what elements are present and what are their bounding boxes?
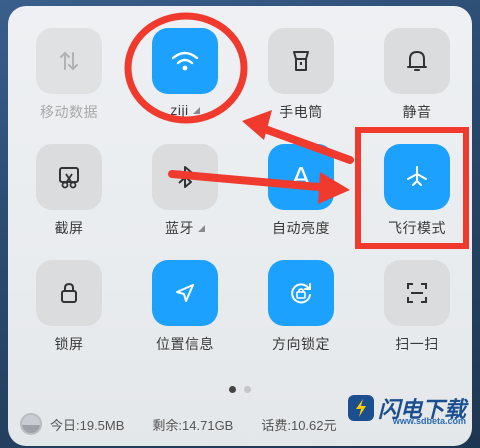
lock-icon [61,282,77,303]
toggle-auto-brightness-label: 自动亮度 [272,220,330,236]
toggle-mobile-data-label: 移动数据 [40,104,98,120]
toggle-mute[interactable] [384,28,450,94]
wifi-icon [171,51,199,71]
toggle-rotation-lock[interactable] [268,260,334,326]
page-dot-active[interactable] [229,386,236,393]
data-today: 今日:19.5MB [50,417,125,433]
toggle-wifi[interactable] [152,28,218,94]
airplane-icon [407,166,427,186]
toggle-lock-screen-label: 锁屏 [54,336,84,352]
toggle-screenshot-label: 截屏 [54,220,84,236]
toggle-airplane-mode[interactable] [384,144,450,210]
storage-icon [20,413,42,435]
mobile-data-icon [60,51,78,71]
bluetooth-label-text: 蓝牙 [165,220,194,236]
auto-brightness-icon: A [291,161,311,192]
toggle-mute-label: 静音 [402,104,432,120]
toggle-mobile-data[interactable] [36,28,102,94]
phone-balance: 话费:10.62元 [261,417,337,433]
watermark-logo: 闪电下载 www.sdbeta.com [347,392,466,426]
toggle-location[interactable] [152,260,218,326]
storage-remaining: 剩余:14.71GB [152,417,234,433]
toggle-bluetooth-label: 蓝牙 [130,218,240,238]
toggle-flashlight[interactable] [268,28,334,94]
toggle-wifi-label: ziji [130,102,240,118]
toggle-scan-label: 扫一扫 [395,336,439,352]
expand-indicator-icon [198,225,205,232]
bluetooth-icon [178,166,192,188]
expand-indicator-icon [192,107,200,114]
bell-icon [407,51,427,71]
toggle-scan[interactable] [384,260,450,326]
toggle-flashlight-label: 手电筒 [279,104,323,120]
location-icon [176,284,194,302]
toggle-lock-screen[interactable] [36,260,102,326]
toggle-rotation-lock-label: 方向锁定 [272,336,330,352]
toggle-auto-brightness[interactable]: A [268,144,334,210]
scan-icon [407,283,427,303]
data-usage-bar: 今日:19.5MB 剩余:14.71GB 话费:10.62元 [20,410,365,438]
page-dot[interactable] [244,386,251,393]
wifi-network-name: ziji [170,102,189,118]
toggle-airplane-mode-label: 飞行模式 [388,220,446,236]
screenshot-icon [59,167,79,189]
toggle-location-label: 位置信息 [156,336,214,352]
quick-settings-panel: 移动数据 ziji 手电筒 静音 截屏 蓝牙 A 自动亮度 飞行模式 锁屏 位置… [8,6,472,446]
flashlight-icon [293,51,309,71]
watermark-url: www.sdbeta.com [392,416,466,426]
toggle-screenshot[interactable] [36,144,102,210]
lightning-logo-icon [347,395,374,421]
rotation-lock-icon [291,283,311,304]
toggle-bluetooth[interactable] [152,144,218,210]
